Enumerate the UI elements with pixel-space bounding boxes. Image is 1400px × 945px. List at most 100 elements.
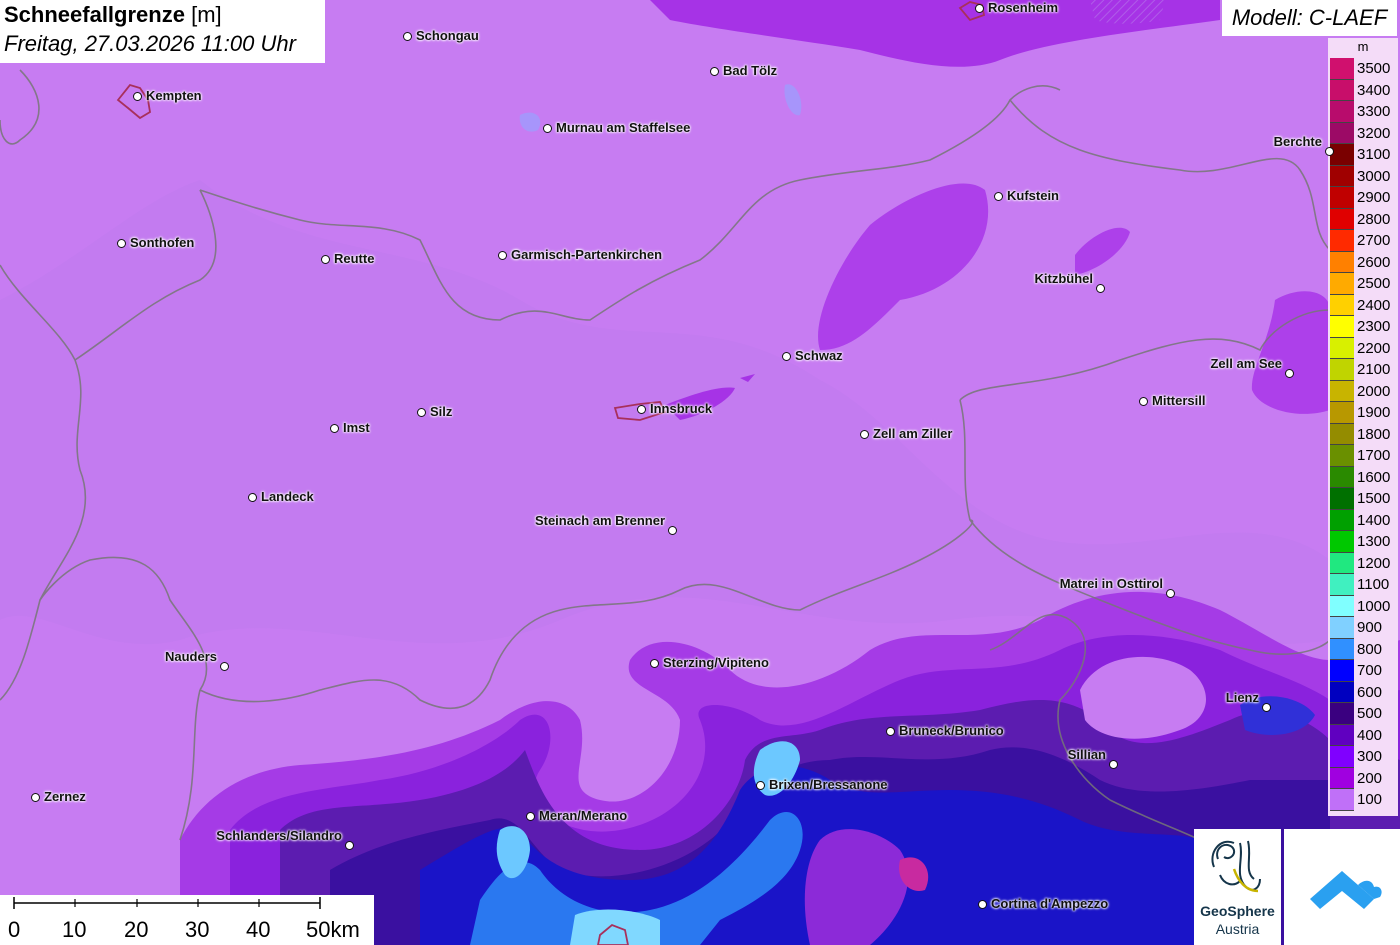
- city-marker-imst: [330, 424, 339, 433]
- legend-label: 1300: [1357, 533, 1391, 550]
- legend-label: 1500: [1357, 490, 1391, 507]
- legend-label: 1900: [1357, 404, 1391, 421]
- legend-swatch: [1330, 208, 1354, 230]
- legend-entry: 900: [1330, 617, 1396, 639]
- city-marker-lienz: [1262, 703, 1271, 712]
- legend-label: 2300: [1357, 318, 1391, 335]
- city-label-brixen-bressanone: Brixen/Bressanone: [769, 777, 888, 792]
- map-title-name: Schneefallgrenze: [4, 2, 185, 27]
- geosphere-logo[interactable]: GeoSphere Austria: [1194, 829, 1281, 945]
- legend-entry: 2100: [1330, 359, 1396, 381]
- legend-swatch: [1330, 703, 1354, 725]
- city-marker-schongau: [403, 32, 412, 41]
- city-marker-zell-am-ziller: [860, 430, 869, 439]
- legend-swatch: [1330, 767, 1354, 789]
- legend-label: 700: [1357, 662, 1383, 679]
- legend-entry: 800: [1330, 638, 1396, 660]
- legend-entry: 1100: [1330, 574, 1396, 596]
- city-label-zell-am-ziller: Zell am Ziller: [873, 426, 953, 441]
- legend-entry: 600: [1330, 681, 1396, 703]
- legend-unit: m: [1357, 39, 1369, 54]
- legend-label: 3000: [1357, 167, 1391, 185]
- legend-entry: 700: [1330, 660, 1396, 682]
- legend-label: 1800: [1357, 425, 1391, 443]
- city-marker-murnau-am-staffelsee: [543, 124, 552, 133]
- legend-swatch: [1330, 595, 1354, 617]
- city-marker-nauders: [220, 662, 229, 671]
- city-label-lienz: Lienz: [1225, 690, 1259, 705]
- weather-app-logo[interactable]: [1284, 829, 1400, 945]
- legend-swatch: [1330, 273, 1354, 295]
- city-label-schwaz: Schwaz: [795, 348, 843, 363]
- legend-label: 1100: [1357, 576, 1390, 593]
- legend-swatch: [1330, 531, 1354, 553]
- geosphere-logo-subtitle: Austria: [1215, 921, 1260, 937]
- legend-entry: 2500: [1330, 273, 1396, 295]
- legend-entry: 3100: [1330, 144, 1396, 166]
- city-marker-landeck: [248, 493, 257, 502]
- legend-entry: 1300: [1330, 531, 1396, 553]
- legend-entry: 100: [1330, 789, 1396, 811]
- legend-swatch: [1330, 746, 1354, 768]
- map-title-unit: [m]: [191, 2, 222, 27]
- legend-swatch: [1330, 79, 1354, 101]
- legend-swatch: [1330, 660, 1354, 682]
- snowfall-line-map: [0, 0, 1400, 945]
- legend-swatch: [1330, 316, 1354, 338]
- legend-label: 2400: [1357, 296, 1391, 314]
- legend-swatch: [1330, 380, 1354, 402]
- legend-entry: 1000: [1330, 595, 1396, 617]
- legend-swatch: [1330, 294, 1354, 316]
- legend-label: 3500: [1357, 60, 1391, 77]
- legend-swatch: [1330, 337, 1354, 359]
- city-marker-sillian: [1109, 760, 1118, 769]
- legend-label: 300: [1357, 748, 1383, 765]
- legend-entry: 3500: [1330, 58, 1396, 80]
- legend-label: 3100: [1357, 146, 1391, 163]
- legend-label: 2100: [1357, 361, 1391, 378]
- legend-label: 200: [1357, 769, 1383, 787]
- map-datetime: Freitag, 27.03.2026 11:00 Uhr: [4, 31, 296, 56]
- city-label-cortina-d-ampezzo: Cortina d'Ampezzo: [991, 896, 1109, 911]
- legend-swatch: [1330, 617, 1354, 639]
- legend-swatch: [1330, 466, 1354, 488]
- legend-label: 3200: [1357, 124, 1391, 142]
- city-marker-bad-t-lz: [710, 67, 719, 76]
- legend-swatch: [1330, 165, 1354, 187]
- legend-entry: 2200: [1330, 337, 1396, 359]
- city-label-silz: Silz: [430, 404, 453, 419]
- scale-label-0: 0: [8, 917, 21, 942]
- legend-label: 1700: [1357, 447, 1391, 464]
- city-label-schlanders-silandro: Schlanders/Silandro: [216, 828, 342, 843]
- legend-label: 600: [1357, 683, 1383, 701]
- model-label: Modell: C-LAEF: [1222, 0, 1397, 36]
- city-label-rosenheim: Rosenheim: [988, 0, 1059, 15]
- city-label-berchte: Berchte: [1273, 134, 1322, 149]
- city-label-sillian: Sillian: [1067, 747, 1106, 762]
- legend-entry: 1200: [1330, 552, 1396, 574]
- legend-entry: 1900: [1330, 402, 1396, 424]
- city-label-mittersill: Mittersill: [1152, 393, 1206, 408]
- city-marker-mittersill: [1139, 397, 1148, 406]
- legend-label: 2800: [1357, 210, 1391, 228]
- legend-entry: 1500: [1330, 488, 1396, 510]
- legend-swatch: [1330, 58, 1354, 80]
- legend-entry: 2000: [1330, 380, 1396, 402]
- legend-swatch: [1330, 187, 1354, 209]
- city-marker-steinach-am-brenner: [668, 526, 677, 535]
- city-marker-sonthofen: [117, 239, 126, 248]
- legend-label: 400: [1357, 726, 1383, 744]
- legend-entry: 2600: [1330, 251, 1396, 273]
- city-label-sterzing-vipiteno: Sterzing/Vipiteno: [663, 655, 769, 670]
- legend-entry: 2400: [1330, 294, 1396, 316]
- city-label-steinach-am-brenner: Steinach am Brenner: [534, 513, 665, 528]
- city-label-imst: Imst: [343, 420, 370, 435]
- legend-swatch: [1330, 724, 1354, 746]
- city-marker-matrei-in-osttirol: [1166, 589, 1175, 598]
- legend-entry: 3300: [1330, 101, 1396, 123]
- city-marker-innsbruck: [637, 405, 646, 414]
- city-label-matrei-in-osttirol: Matrei in Osttirol: [1059, 576, 1163, 591]
- city-marker-cortina-d-ampezzo: [978, 900, 987, 909]
- legend-label: 1400: [1357, 511, 1391, 529]
- legend-label: 2200: [1357, 339, 1391, 357]
